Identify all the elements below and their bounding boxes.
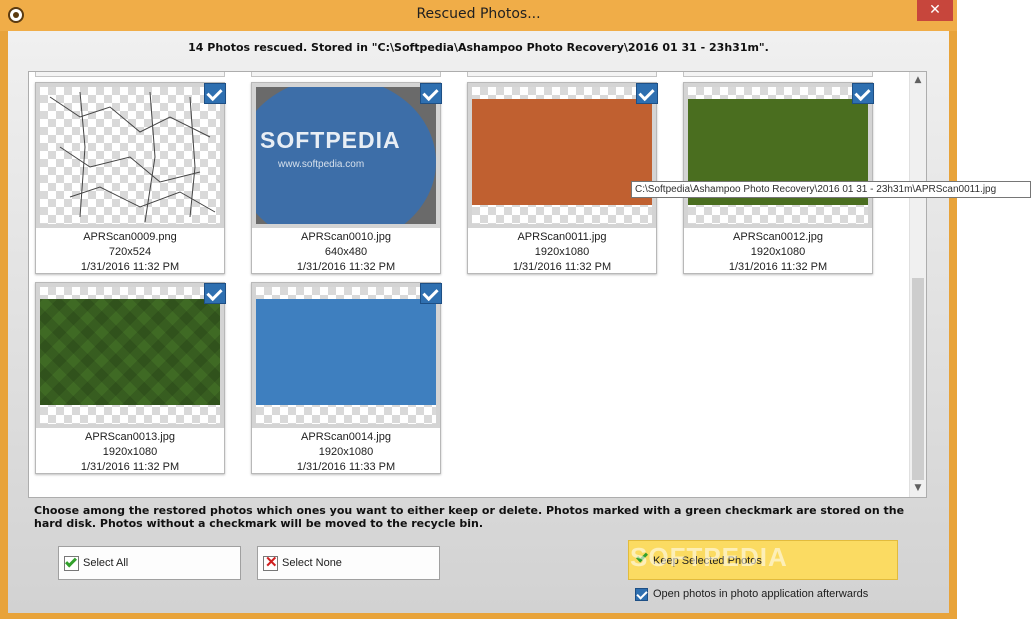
photo-image — [256, 299, 436, 405]
vertical-scrollbar[interactable]: ▲ ▼ — [909, 72, 926, 497]
photo-thumbnail[interactable] — [252, 283, 440, 428]
photo-dimensions: 1920x1080 — [102, 446, 158, 458]
photo-brand-text: SOFTPEDIA — [260, 127, 401, 153]
title-bar[interactable]: Rescued Photos... ✕ — [0, 0, 957, 31]
open-after-checkbox[interactable] — [635, 588, 648, 601]
photo-dimensions: 1920x1080 — [750, 246, 806, 258]
photo-gallery[interactable]: APRScan0009.png 720x524 1/31/2016 11:32 … — [28, 71, 927, 498]
photo-date: 1/31/2016 11:32 PM — [80, 261, 180, 273]
photo-filename: APRScan0010.jpg — [301, 231, 391, 243]
instructions-text: Choose among the restored photos which o… — [34, 504, 905, 530]
photo-card-4[interactable]: APRScan0013.jpg 1920x1080 1/31/2016 11:3… — [35, 282, 226, 474]
photo-image — [40, 299, 220, 405]
keep-checkbox[interactable] — [636, 83, 658, 104]
keep-checkbox[interactable] — [420, 283, 442, 304]
rescued-photos-window: Rescued Photos... ✕ 14 Photos rescued. S… — [0, 0, 957, 619]
previous-card-edge — [467, 72, 657, 77]
rescue-summary: 14 Photos rescued. Stored in "C:\Softped… — [188, 41, 769, 54]
photo-filename: APRScan0012.jpg — [733, 231, 823, 243]
photo-date: 1/31/2016 11:33 PM — [296, 461, 396, 473]
close-button[interactable]: ✕ — [917, 0, 953, 21]
softpedia-photo: SOFTPEDIA www.softpedia.com — [256, 87, 436, 224]
softpedia-watermark: SOFTPEDIA — [630, 542, 788, 572]
photo-thumbnail[interactable] — [684, 83, 872, 228]
scrollbar-thumb[interactable] — [912, 278, 924, 480]
photo-thumbnail[interactable]: SOFTPEDIA www.softpedia.com — [252, 83, 440, 228]
photo-filename: APRScan0011.jpg — [517, 231, 607, 243]
photo-dimensions: 640x480 — [324, 246, 368, 258]
select-none-label: Select None — [282, 557, 342, 569]
cross-icon: ✕ — [263, 554, 278, 571]
photo-thumbnail[interactable] — [468, 83, 656, 228]
keep-checkbox[interactable] — [420, 83, 442, 104]
photo-dimensions: 720x524 — [108, 246, 152, 258]
photo-thumbnail[interactable] — [36, 83, 224, 228]
photo-url-text: www.softpedia.com — [278, 159, 365, 170]
open-after-label: Open photos in photo application afterwa… — [653, 588, 869, 600]
photo-dimensions: 1920x1080 — [318, 446, 374, 458]
select-all-label: Select All — [83, 557, 129, 569]
photo-card-2[interactable]: APRScan0011.jpg 1920x1080 1/31/2016 11:3… — [467, 82, 658, 274]
previous-card-edge — [251, 72, 441, 77]
keep-checkbox[interactable] — [204, 283, 226, 304]
file-path-tooltip: C:\Softpedia\Ashampoo Photo Recovery\201… — [631, 181, 1031, 198]
dialog-body: 14 Photos rescued. Stored in "C:\Softped… — [8, 31, 949, 613]
photo-image — [472, 99, 652, 205]
photo-date: 1/31/2016 11:32 PM — [512, 261, 612, 273]
photo-filename: APRScan0013.jpg — [85, 431, 175, 443]
photo-card-0[interactable]: APRScan0009.png 720x524 1/31/2016 11:32 … — [35, 82, 226, 274]
previous-card-edge — [35, 72, 225, 77]
keep-checkbox[interactable] — [204, 83, 226, 104]
checkmark-icon — [64, 555, 79, 571]
select-all-button[interactable]: Select All — [58, 546, 241, 580]
photo-date: 1/31/2016 11:32 PM — [728, 261, 828, 273]
scroll-up-icon[interactable]: ▲ — [910, 72, 926, 89]
window-title: Rescued Photos... — [416, 6, 541, 22]
photo-date: 1/31/2016 11:32 PM — [80, 461, 180, 473]
photo-thumbnail[interactable] — [36, 283, 224, 428]
keep-checkbox[interactable] — [852, 83, 874, 104]
map-image — [49, 91, 216, 223]
photo-dimensions: 1920x1080 — [534, 246, 590, 258]
photo-date: 1/31/2016 11:32 PM — [296, 261, 396, 273]
photo-filename: APRScan0014.jpg — [301, 431, 391, 443]
photo-card-1[interactable]: SOFTPEDIA www.softpedia.com APRScan0010.… — [251, 82, 442, 274]
photo-card-5[interactable]: APRScan0014.jpg 1920x1080 1/31/2016 11:3… — [251, 282, 442, 474]
select-none-button[interactable]: ✕ Select None — [257, 546, 440, 580]
previous-card-edge — [683, 72, 873, 77]
photo-card-3[interactable]: APRScan0012.jpg 1920x1080 1/31/2016 11:3… — [683, 82, 874, 274]
photo-filename: APRScan0009.png — [83, 231, 177, 243]
scroll-down-icon[interactable]: ▼ — [910, 480, 926, 497]
